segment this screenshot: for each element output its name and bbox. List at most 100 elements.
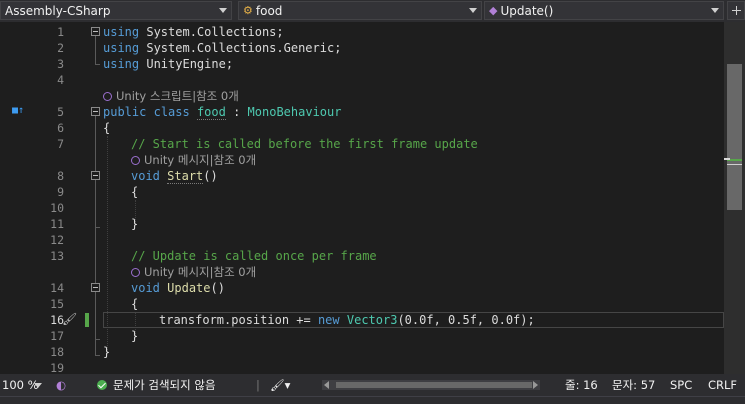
line-number: 17 [50, 329, 64, 343]
scroll-left-icon[interactable] [324, 381, 329, 389]
line-number: 10 [50, 201, 64, 215]
project-dropdown[interactable]: Assembly-CSharp [0, 1, 232, 20]
current-code-line[interactable]: 🖌 16 transform.position += new Vector3(0… [0, 312, 724, 328]
caret-marker [724, 158, 730, 160]
copilot-icon[interactable]: ◐ [56, 374, 66, 396]
code-text: using System.Collections.Generic; [103, 41, 342, 55]
collapse-icon[interactable] [91, 27, 100, 36]
change-marker [85, 313, 89, 327]
code-text: using System.Collections; [103, 25, 284, 39]
code-editor[interactable]: 1 using System.Collections; 2 using Syst… [0, 22, 724, 375]
code-line: 2 using System.Collections.Generic; [0, 40, 724, 56]
code-cleanup-brush-icon[interactable]: 🖌▾ [270, 374, 290, 396]
code-line: 10 [0, 200, 724, 216]
window-bottom-edge [0, 396, 745, 404]
collapse-icon[interactable] [91, 171, 100, 180]
type-dropdown[interactable]: ⚙ food [238, 1, 482, 20]
code-line: 11 } [0, 216, 724, 232]
line-number: 11 [50, 217, 64, 231]
code-text: } [131, 217, 139, 231]
line-number: 3 [57, 57, 64, 71]
code-text: void Start() [131, 169, 218, 184]
horizontal-scrollbar[interactable] [322, 380, 540, 390]
code-comment: // Update is called once per frame [131, 249, 377, 263]
line-number: 5 [57, 105, 64, 119]
chevron-down-icon [469, 8, 477, 13]
vertical-scrollbar[interactable] [724, 22, 745, 374]
implementation-glyph-icon[interactable]: ■↑ [12, 105, 24, 116]
scrollbar-thumb[interactable] [727, 64, 742, 210]
code-line: 18 } [0, 344, 724, 360]
collapse-icon[interactable] [91, 283, 100, 292]
caret-line-marker [727, 164, 742, 165]
code-line: 6 { [0, 120, 724, 136]
line-number: 2 [57, 41, 64, 55]
check-circle-icon [97, 380, 107, 390]
member-label: Update() [500, 3, 554, 18]
code-text: public class food : MonoBehaviour [103, 105, 342, 120]
code-line: 9 { [0, 184, 724, 200]
codelens-method[interactable]: Unity 메시지|참조 0개 [131, 152, 256, 168]
code-line: 12 [0, 232, 724, 248]
line-number: 12 [50, 233, 64, 247]
code-line: 4 [0, 72, 724, 88]
code-line: 7 // Start is called before the first fr… [0, 136, 724, 152]
member-dropdown[interactable]: ◆ Update() [484, 1, 724, 20]
code-line: 1 using System.Collections; [0, 24, 724, 40]
code-text: } [103, 345, 111, 359]
line-indicator[interactable]: 줄: 16 [565, 374, 598, 396]
code-comment: // Start is called before the first fram… [131, 137, 478, 151]
code-line: 14 void Update() [0, 280, 724, 296]
line-number: 18 [50, 345, 64, 359]
chevron-down-icon [711, 8, 719, 13]
codelens-row: Unity 메시지|참조 0개 [0, 152, 724, 168]
line-number: 14 [50, 281, 64, 295]
line-number: 13 [50, 249, 64, 263]
project-label: Assembly-CSharp [5, 3, 111, 18]
editor-status-bar: 100 % ◐ 문제가 검색되지 않음 | 🖌▾ 줄: 16 문자: 57 SP… [0, 374, 745, 396]
method-icon: ◆ [489, 4, 498, 17]
char-indicator[interactable]: 문자: 57 [612, 374, 655, 396]
code-text: void Update() [131, 281, 225, 295]
scroll-right-icon[interactable] [533, 381, 538, 389]
code-line: 13 // Update is called once per frame [0, 248, 724, 264]
code-text: transform.position += new Vector3(0.0f, … [159, 313, 535, 327]
codelens-row: Unity 스크립트|참조 0개 [0, 88, 724, 104]
code-line: 3 using UnityEngine; [0, 56, 724, 72]
unity-icon [131, 156, 140, 165]
line-number: 9 [57, 185, 64, 199]
line-number: 1 [57, 25, 64, 39]
codelens-class[interactable]: Unity 스크립트|참조 0개 [103, 88, 239, 104]
split-editor-button[interactable] [727, 1, 745, 20]
whitespace-indicator[interactable]: SPC [670, 374, 692, 396]
unity-icon [131, 268, 140, 277]
chevron-down-icon[interactable] [34, 383, 42, 388]
class-icon: ⚙ [243, 4, 253, 17]
line-number: 6 [57, 121, 64, 135]
code-text: } [131, 329, 139, 343]
code-text: { [103, 121, 111, 135]
code-text: { [131, 297, 139, 311]
line-number: 15 [50, 297, 64, 311]
line-ending-indicator[interactable]: CRLF [708, 374, 737, 396]
collapse-icon[interactable] [91, 107, 100, 116]
line-number: 8 [57, 169, 64, 183]
quick-actions-brush-icon[interactable]: 🖌 [62, 312, 77, 326]
separator: | [256, 378, 260, 392]
codelens-method[interactable]: Unity 메시지|참조 0개 [131, 264, 256, 280]
scrollbar-thumb[interactable] [336, 382, 532, 388]
line-number: 7 [57, 137, 64, 151]
code-line: 17 } [0, 328, 724, 344]
chevron-down-icon [219, 8, 227, 13]
type-label: food [255, 3, 283, 18]
issues-status[interactable]: 문제가 검색되지 않음 [113, 374, 216, 396]
code-text: using UnityEngine; [103, 57, 234, 71]
unity-icon [103, 92, 112, 101]
code-line: ■↑ 5 public class food : MonoBehaviour [0, 104, 724, 120]
line-number: 16 [50, 313, 64, 327]
code-line: 15 { [0, 296, 724, 312]
codelens-row: Unity 메시지|참조 0개 [0, 264, 724, 280]
navigation-bar: Assembly-CSharp ⚙ food ◆ Update() [0, 0, 745, 22]
line-number: 4 [57, 73, 64, 87]
code-line: 8 void Start() [0, 168, 724, 184]
